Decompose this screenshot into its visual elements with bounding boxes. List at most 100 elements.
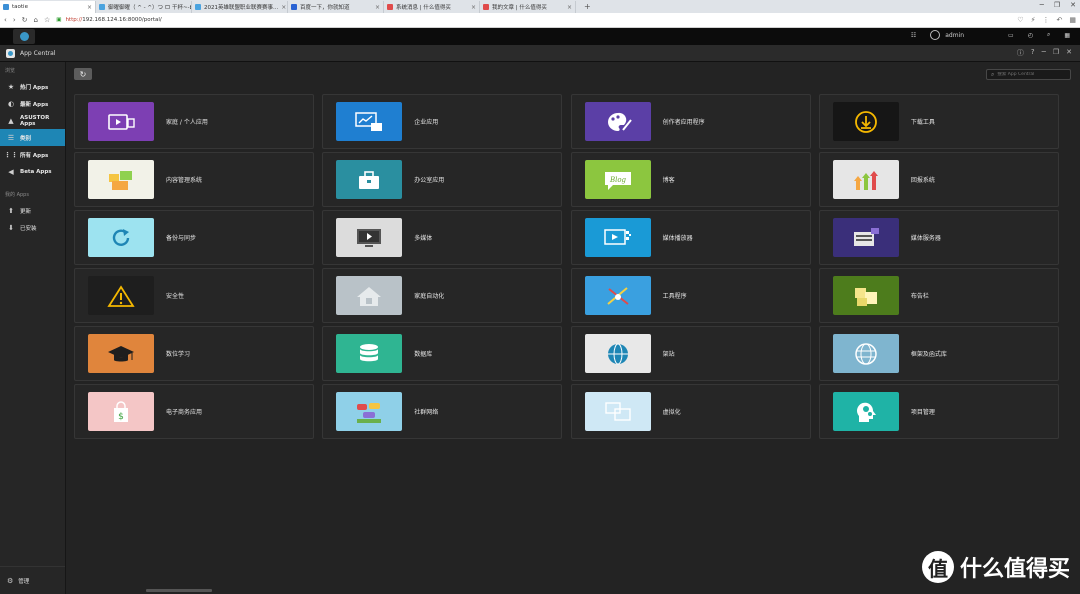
- tab-close-icon[interactable]: ×: [567, 4, 572, 11]
- info-icon[interactable]: ⓘ: [1017, 48, 1024, 58]
- palette-icon: [607, 112, 632, 131]
- category-label: 博客: [662, 177, 675, 184]
- main-content: ↻ ⌕ 家庭 / 个人应用 企业应用 创作者应用程序 下载工具内容管理系统 办公室应用 B…: [66, 62, 1080, 594]
- tab-close-icon[interactable]: ×: [87, 4, 92, 11]
- reload-icon[interactable]: ↻: [22, 16, 28, 24]
- category-card[interactable]: 社群网络: [322, 384, 563, 439]
- browser-tab[interactable]: 御曜御曜（ ^ - ^）つ ロ 干杯~-bilibili×: [96, 1, 192, 13]
- browser-tab[interactable]: 2021英雄联盟职业联赛赛事... ×: [192, 1, 288, 13]
- new-tab-button[interactable]: +: [576, 2, 599, 11]
- help-icon[interactable]: ?: [1031, 48, 1035, 58]
- restore-icon[interactable]: ❐: [1054, 1, 1060, 9]
- download-icon: [854, 110, 877, 133]
- category-label: 多媒体: [414, 235, 433, 242]
- minimize-icon[interactable]: ─: [1040, 1, 1044, 9]
- app-central-launcher-icon[interactable]: [13, 29, 35, 44]
- shopping-bag-icon: $: [114, 400, 128, 422]
- category-card[interactable]: 架站: [570, 326, 811, 381]
- messages-icon[interactable]: ▭: [1008, 32, 1014, 39]
- category-thumbnail: [832, 392, 899, 431]
- refresh-button[interactable]: ↻: [74, 68, 92, 80]
- sidebar-item[interactable]: ▲ ASUSTOR Apps: [0, 112, 65, 129]
- browser-tab[interactable]: taotie ×: [0, 1, 96, 13]
- category-label: 架站: [662, 351, 675, 358]
- category-card[interactable]: 媒体服务器: [818, 210, 1059, 265]
- sidebar-item[interactable]: ★ 热门 Apps: [0, 78, 65, 95]
- category-card[interactable]: 办公室应用: [322, 152, 563, 207]
- search-input[interactable]: [997, 72, 1068, 77]
- apps-grid-icon[interactable]: ▦: [1064, 32, 1070, 39]
- maximize-window-icon[interactable]: ❐: [1053, 48, 1059, 58]
- category-card[interactable]: 数位学习: [74, 326, 314, 381]
- tab-favicon-icon: [387, 4, 393, 10]
- sidebar-item[interactable]: ⬇ 已安装: [0, 219, 65, 236]
- category-thumbnail: [88, 334, 154, 373]
- menu-icon[interactable]: ⋮: [1043, 16, 1050, 24]
- sidebar-item[interactable]: ◐ 最新 Apps: [0, 95, 65, 112]
- sidebar-item-label: 管理: [18, 578, 30, 585]
- horizontal-scrollbar[interactable]: [146, 589, 212, 592]
- sidebar-item-manage[interactable]: ⚙ 管理: [0, 566, 65, 594]
- grid-icon[interactable]: ▦: [1069, 16, 1076, 24]
- search-icon[interactable]: ⌕: [1047, 31, 1050, 39]
- home-icon[interactable]: ⌂: [34, 16, 38, 24]
- category-card[interactable]: 企业应用: [322, 94, 563, 149]
- category-card[interactable]: 安全性: [74, 268, 314, 323]
- category-card[interactable]: 内容管理系统: [74, 152, 314, 207]
- category-card[interactable]: 创作者应用程序: [570, 94, 811, 149]
- sidebar-item-icon: ⬇: [8, 223, 14, 232]
- sidebar-item[interactable]: ◀ Beta Apps: [0, 163, 65, 180]
- category-card[interactable]: 数据库: [322, 326, 563, 381]
- star-icon[interactable]: ☆: [44, 16, 50, 24]
- browser-tab[interactable]: 系统消息 | 什么值得买 ×: [384, 1, 480, 13]
- category-card[interactable]: $ 电子商务应用: [74, 384, 314, 439]
- category-card[interactable]: 媒体播放器: [570, 210, 811, 265]
- category-label: 下载工具: [910, 119, 935, 126]
- task-monitor-icon[interactable]: ☷: [911, 32, 916, 39]
- category-card[interactable]: 虚拟化: [570, 384, 811, 439]
- sidebar-item[interactable]: ☰ 类别: [0, 129, 65, 146]
- tab-favicon-icon: [3, 4, 9, 10]
- sidebar-item-icon: ▲: [8, 116, 14, 125]
- sidebar: 浏览 ★ 热门 Apps ◐ 最新 Apps ▲ ASUSTOR Apps ☰ 类别 ⋮⋮ 所有 …: [0, 62, 66, 594]
- category-card[interactable]: 回报系统: [818, 152, 1059, 207]
- undo-icon[interactable]: ↶: [1057, 16, 1063, 24]
- category-card[interactable]: 项目管理: [818, 384, 1059, 439]
- tab-close-icon[interactable]: ×: [281, 4, 286, 11]
- tools-icon: [606, 286, 629, 305]
- tab-close-icon[interactable]: ×: [471, 4, 476, 11]
- tab-close-icon[interactable]: ×: [375, 4, 380, 11]
- home-icon: [357, 286, 382, 306]
- category-card[interactable]: 布告栏: [818, 268, 1059, 323]
- url-field[interactable]: ▣ http://192.168.124.16:8000/portal/: [56, 15, 1011, 26]
- category-card[interactable]: 下载工具: [818, 94, 1059, 149]
- category-card[interactable]: 多媒体: [322, 210, 563, 265]
- sidebar-item[interactable]: ⋮⋮ 所有 Apps: [0, 146, 65, 163]
- bookmark-icon[interactable]: ♡: [1017, 16, 1023, 24]
- browser-tab[interactable]: 我的文章 | 什么值得买 ×: [480, 1, 576, 13]
- close-icon[interactable]: ✕: [1070, 1, 1076, 9]
- category-card[interactable]: Blog 博客: [570, 152, 811, 207]
- category-card[interactable]: 工具程序: [570, 268, 811, 323]
- close-window-icon[interactable]: ✕: [1066, 48, 1072, 58]
- category-label: 媒体播放器: [662, 235, 693, 242]
- category-card[interactable]: 家庭 / 个人应用: [74, 94, 314, 149]
- user-menu[interactable]: admin: [930, 30, 994, 40]
- sidebar-item-label: 类别: [20, 135, 32, 142]
- back-icon[interactable]: ‹: [4, 16, 7, 24]
- extension-icon[interactable]: ⚡: [1031, 16, 1036, 24]
- category-label: 内容管理系统: [166, 177, 203, 184]
- category-card[interactable]: 框架及函式库: [818, 326, 1059, 381]
- category-card[interactable]: 家庭自动化: [322, 268, 563, 323]
- category-label: 框架及函式库: [910, 351, 947, 358]
- browser-tab[interactable]: 百度一下，你就知道 ×: [288, 1, 384, 13]
- category-card[interactable]: 备份与同步: [74, 210, 314, 265]
- search-box: ⌕: [986, 69, 1071, 80]
- category-thumbnail: [336, 276, 403, 315]
- forward-icon[interactable]: ›: [13, 16, 16, 24]
- tab-favicon-icon: [99, 4, 105, 10]
- sidebar-item[interactable]: ⬆ 更新: [0, 202, 65, 219]
- category-thumbnail: [584, 102, 651, 141]
- minimize-window-icon[interactable]: ─: [1042, 48, 1046, 58]
- history-icon[interactable]: ◴: [1028, 32, 1033, 39]
